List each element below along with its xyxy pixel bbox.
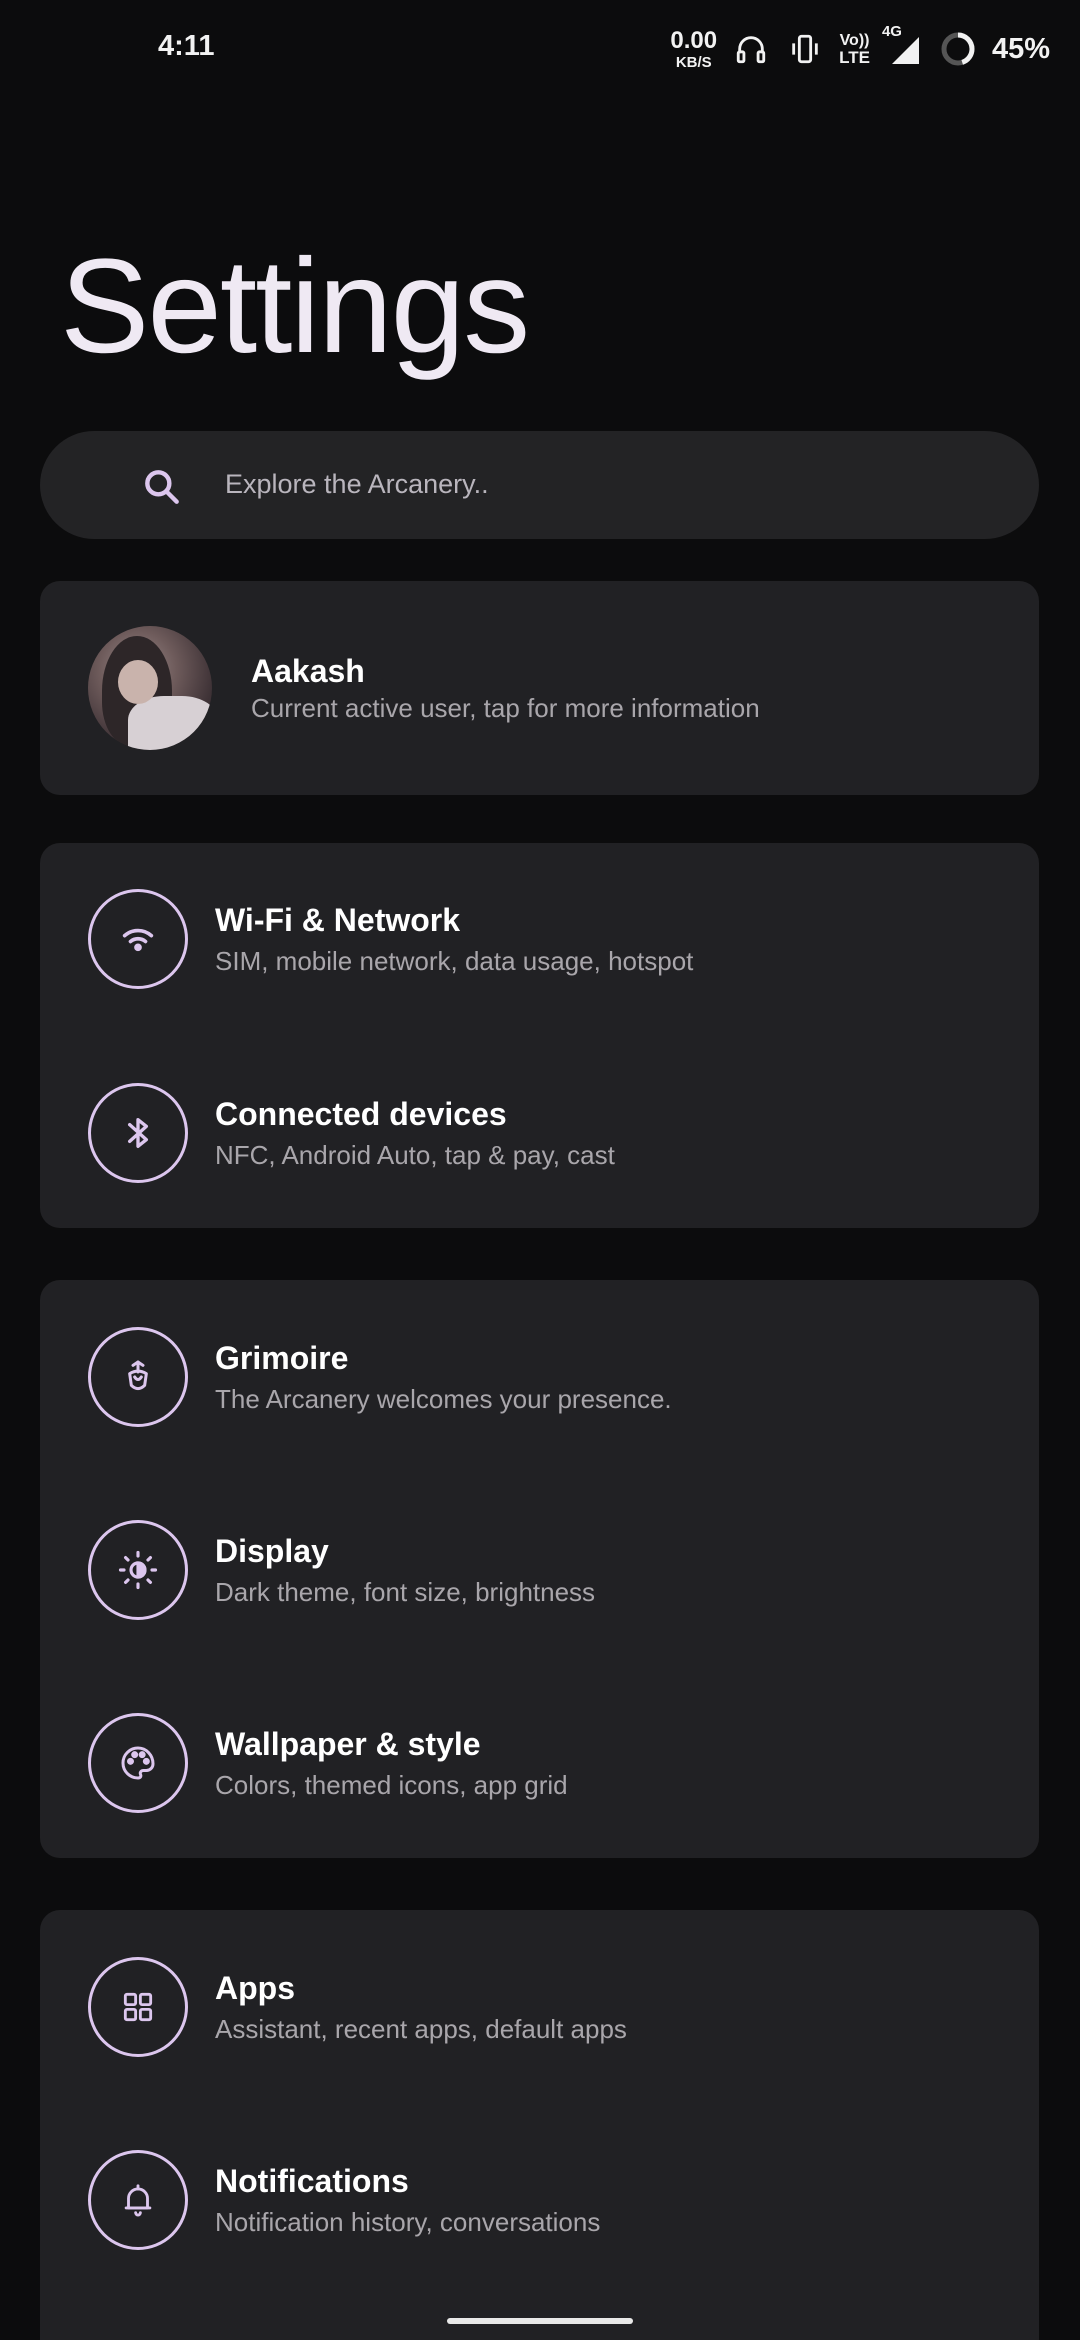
grimoire-icon — [88, 1327, 188, 1427]
status-time: 4:11 — [158, 30, 215, 62]
headphones-icon — [731, 29, 771, 69]
settings-item-title: Notifications — [215, 2163, 409, 2199]
battery-ring-icon — [938, 29, 978, 69]
settings-item-subtitle: Notification history, conversations — [215, 2207, 601, 2237]
bluetooth-icon — [88, 1083, 188, 1183]
settings-item-apps[interactable]: Apps Assistant, recent apps, default app… — [40, 1910, 1039, 2104]
settings-item-title: Wallpaper & style — [215, 1726, 481, 1762]
settings-item-display[interactable]: Display Dark theme, font size, brightnes… — [40, 1473, 1039, 1667]
search-icon — [140, 465, 184, 509]
settings-item-grimoire[interactable]: Grimoire The Arcanery welcomes your pres… — [40, 1280, 1039, 1474]
user-name: Aakash — [251, 653, 365, 689]
vibrate-icon — [785, 29, 825, 69]
settings-item-subtitle: Assistant, recent apps, default apps — [215, 2014, 627, 2044]
network-speed: 0.00 KB/S — [670, 26, 718, 71]
network-speed-value: 0.00 — [670, 26, 718, 54]
settings-item-title: Apps — [215, 1970, 295, 2006]
bell-icon — [88, 2150, 188, 2250]
settings-item-subtitle: NFC, Android Auto, tap & pay, cast — [215, 1140, 615, 1170]
search-placeholder: Explore the Arcanery.. — [225, 469, 489, 499]
settings-item-connected-devices[interactable]: Connected devices NFC, Android Auto, tap… — [40, 1037, 1039, 1231]
apps-grid-icon — [88, 1957, 188, 2057]
user-card[interactable]: Aakash Current active user, tap for more… — [40, 581, 1039, 795]
wifi-icon — [88, 889, 188, 989]
signal-icon: 4G — [882, 23, 924, 69]
settings-item-title: Connected devices — [215, 1096, 507, 1132]
volte-top-label: Vo)) — [839, 31, 870, 49]
palette-icon — [88, 1713, 188, 1813]
settings-item-notifications[interactable]: Notifications Notification history, conv… — [40, 2103, 1039, 2297]
user-subtitle: Current active user, tap for more inform… — [251, 693, 760, 723]
settings-group-apps: Apps Assistant, recent apps, default app… — [40, 1910, 1039, 2340]
settings-item-wifi-network[interactable]: Wi-Fi & Network SIM, mobile network, dat… — [40, 843, 1039, 1037]
network-type-label: 4G — [881, 23, 902, 40]
status-icons: 0.00 KB/S Vo)) LTE 4G 45% — [670, 23, 1050, 74]
settings-group-connectivity: Wi-Fi & Network SIM, mobile network, dat… — [40, 843, 1039, 1228]
settings-item-title: Wi-Fi & Network — [215, 902, 461, 938]
brightness-icon — [88, 1520, 188, 1620]
network-speed-unit: KB/S — [675, 53, 712, 71]
home-gesture-bar[interactable] — [447, 2318, 633, 2324]
settings-item-subtitle: Dark theme, font size, brightness — [215, 1577, 596, 1607]
avatar — [88, 626, 212, 750]
settings-item-title: Display — [215, 1533, 329, 1569]
search-bar[interactable]: Explore the Arcanery.. — [40, 431, 1039, 539]
settings-item-subtitle: Colors, themed icons, app grid — [215, 1770, 568, 1800]
page-title: Settings — [60, 232, 530, 381]
volte-indicator: Vo)) LTE — [839, 31, 870, 67]
settings-item-subtitle: The Arcanery welcomes your presence. — [215, 1384, 672, 1414]
settings-item-wallpaper-style[interactable]: Wallpaper & style Colors, themed icons, … — [40, 1666, 1039, 1860]
settings-item-title: Grimoire — [215, 1340, 349, 1376]
status-bar: 4:11 0.00 KB/S Vo)) LTE 4G 45% — [0, 0, 1080, 100]
settings-group-personalization: Grimoire The Arcanery welcomes your pres… — [40, 1280, 1039, 1858]
volte-bottom-label: LTE — [839, 47, 870, 67]
battery-percent: 45% — [991, 32, 1050, 65]
settings-item-subtitle: SIM, mobile network, data usage, hotspot — [215, 946, 694, 976]
